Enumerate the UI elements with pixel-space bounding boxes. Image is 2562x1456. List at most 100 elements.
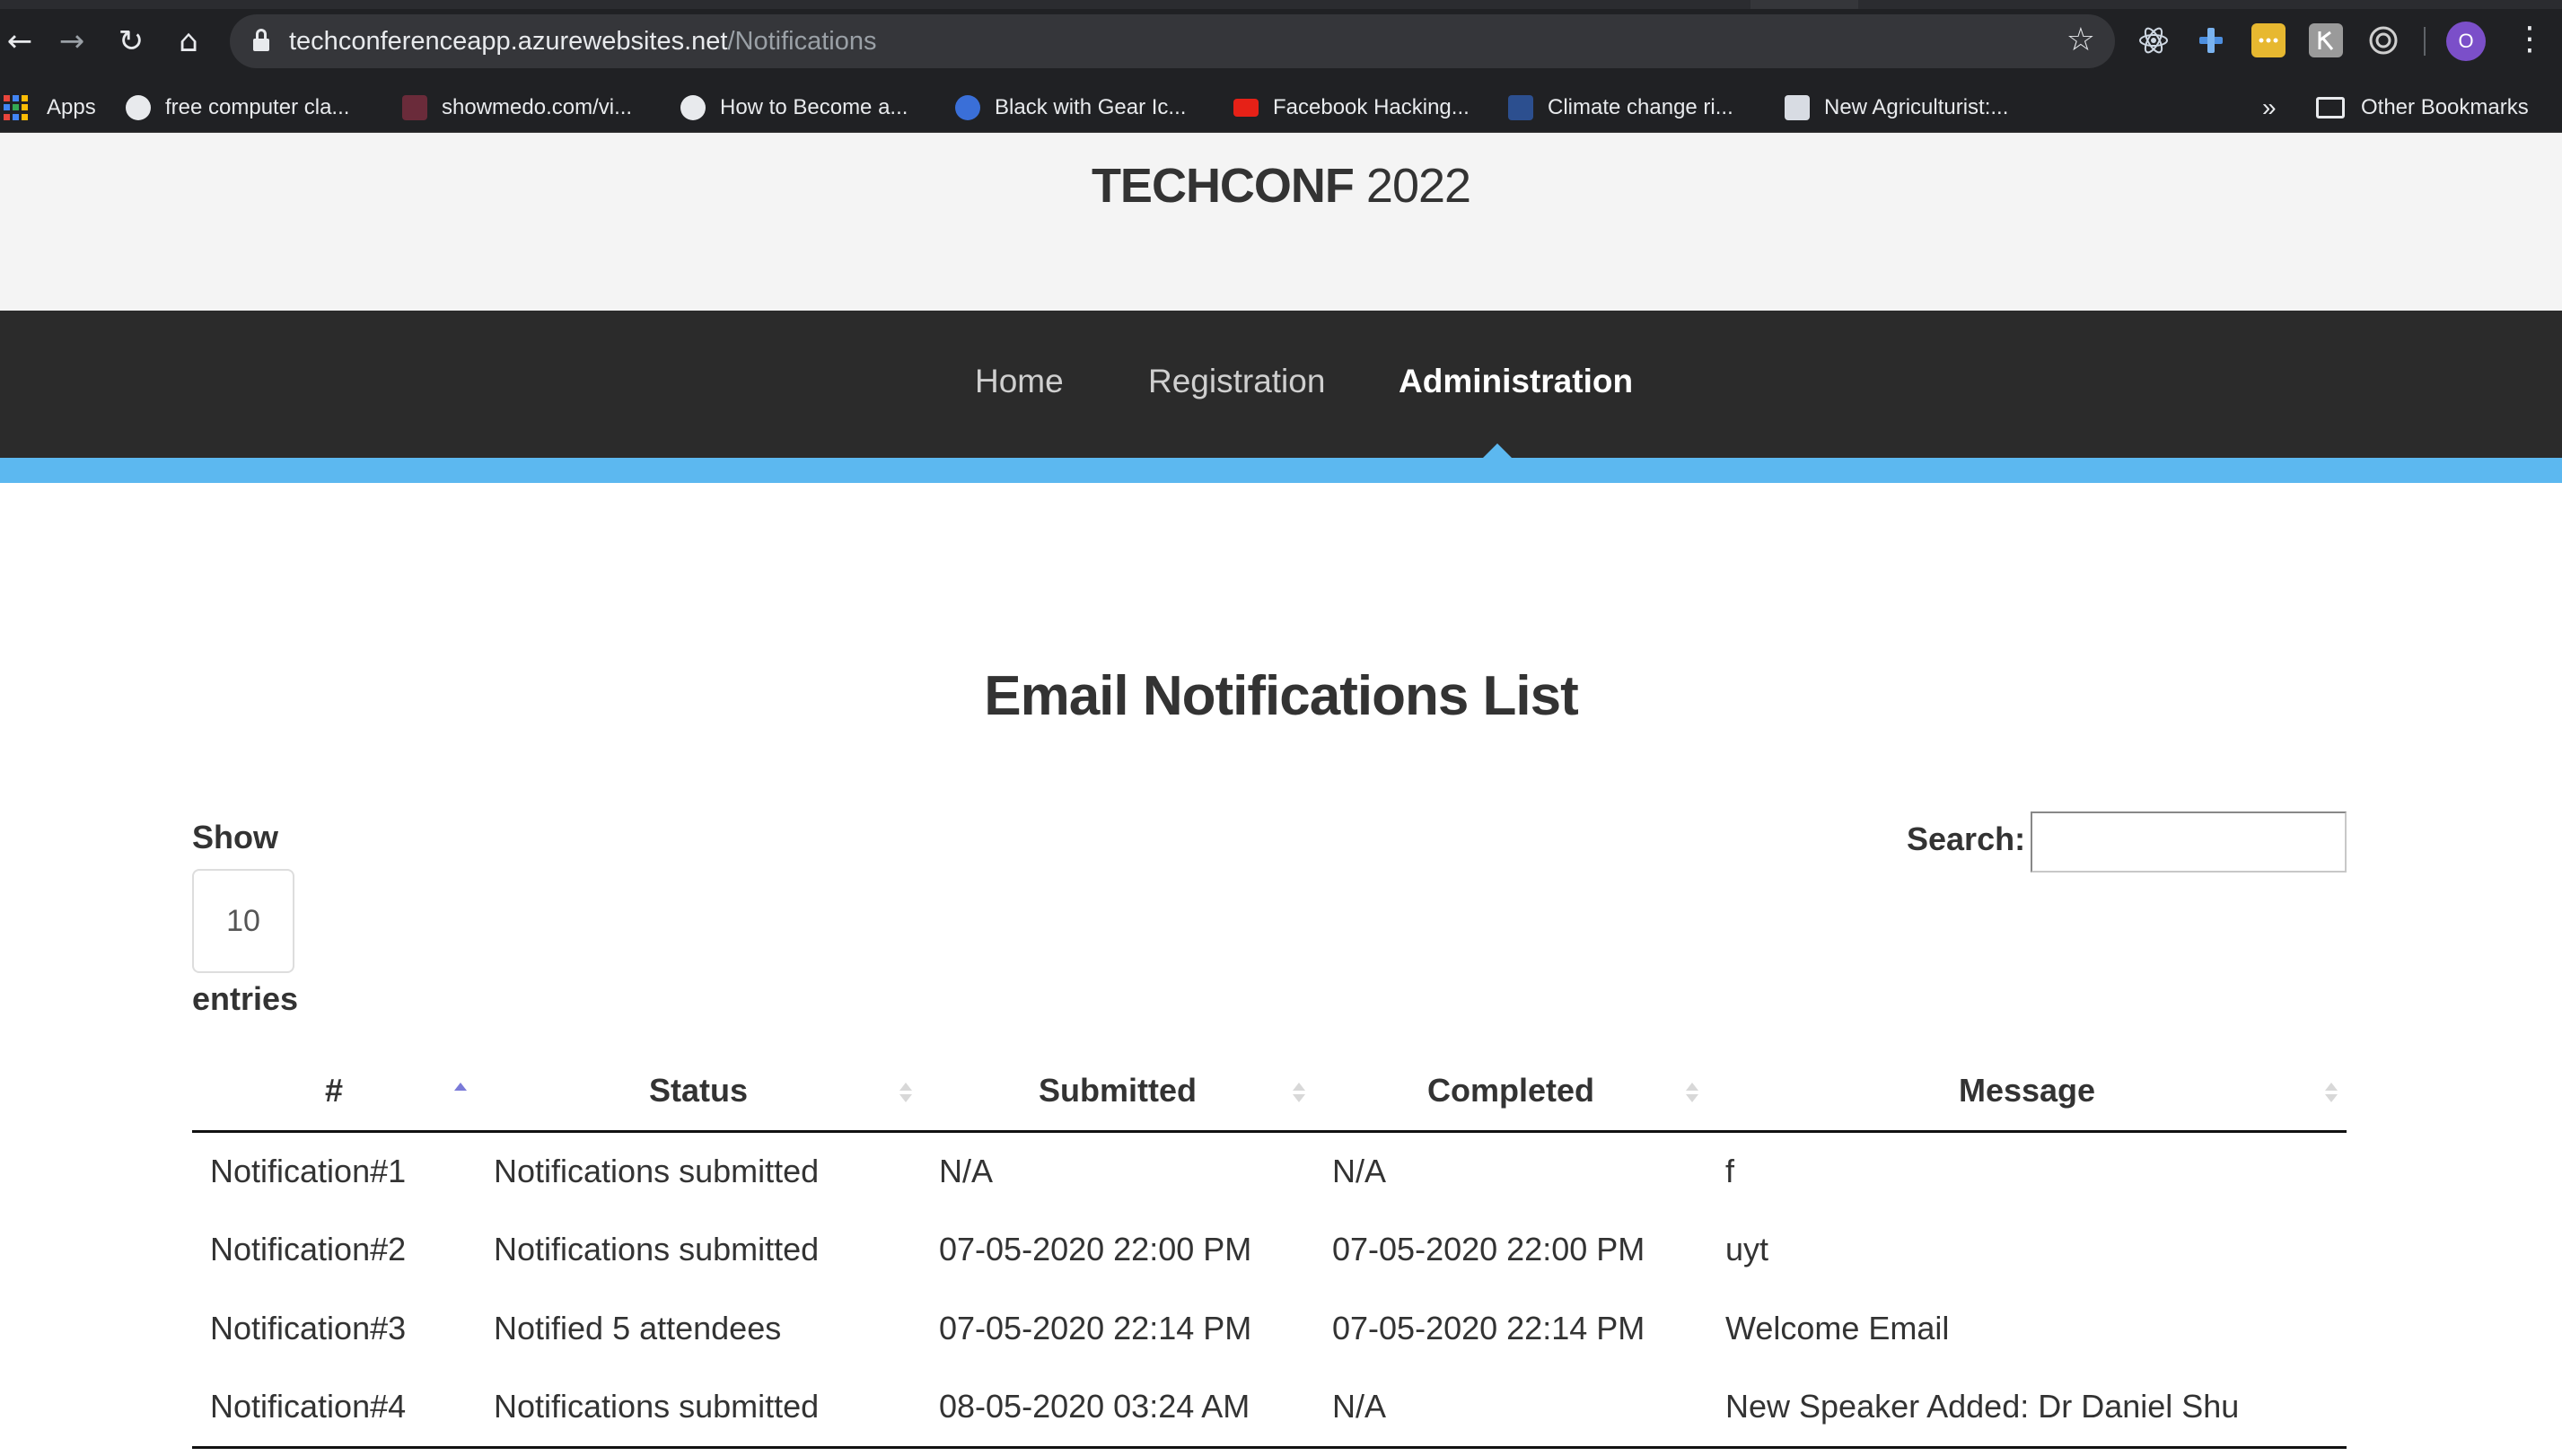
back-arrow-icon[interactable]: ← bbox=[0, 22, 39, 61]
bookmark-black-gear[interactable]: Black with Gear Ic... bbox=[955, 92, 1186, 124]
column-label: Message bbox=[1958, 1072, 2096, 1110]
cell-number: Notification#1 bbox=[210, 1152, 407, 1189]
cell-completed: N/A bbox=[1332, 1152, 1387, 1189]
cell-submitted: 07-05-2020 22:00 PM bbox=[939, 1231, 1252, 1267]
extension-grey-icon[interactable] bbox=[2309, 23, 2343, 57]
url-host: techconferenceapp.azurewebsites.net bbox=[289, 27, 728, 56]
nav-administration[interactable]: Administration bbox=[1399, 363, 1633, 400]
url-text[interactable]: techconferenceapp.azurewebsites.net/Noti… bbox=[289, 27, 877, 57]
table-header-row: # Status Submitted Completed Message bbox=[192, 1052, 2347, 1133]
column-label: # bbox=[324, 1072, 344, 1110]
page-title: Email Notifications List bbox=[984, 665, 1579, 727]
pnas-icon bbox=[1508, 95, 1533, 120]
active-nav-caret bbox=[1483, 443, 1512, 458]
cell-number: Notification#3 bbox=[210, 1310, 407, 1346]
extension-target-icon[interactable] bbox=[2366, 23, 2400, 57]
column-header-message[interactable]: Message bbox=[1707, 1052, 2347, 1133]
home-icon[interactable]: ⌂ bbox=[169, 22, 208, 61]
address-bar[interactable]: techconferenceapp.azurewebsites.net/Noti… bbox=[230, 14, 2115, 68]
extension-dots-icon[interactable] bbox=[2251, 23, 2286, 57]
cell-submitted: N/A bbox=[939, 1152, 994, 1189]
bookmark-label: Climate change ri... bbox=[1548, 95, 1733, 119]
reload-icon[interactable]: ↻ bbox=[111, 22, 151, 61]
nav-registration[interactable]: Registration bbox=[1148, 363, 1325, 400]
showmedo-icon bbox=[402, 95, 427, 120]
forward-arrow-icon[interactable]: → bbox=[52, 22, 92, 61]
show-label: Show bbox=[192, 819, 278, 855]
column-header-submitted[interactable]: Submitted bbox=[921, 1052, 1314, 1133]
column-label: Submitted bbox=[1039, 1072, 1197, 1110]
bookmarks-bar: Apps free computer cla... showmedo.com/v… bbox=[0, 83, 2562, 133]
main-navbar: Home Registration Administration bbox=[0, 311, 2562, 458]
url-path: /Notifications bbox=[727, 27, 877, 56]
cell-submitted: 07-05-2020 22:14 PM bbox=[939, 1310, 1252, 1346]
bookmark-star-icon[interactable]: ☆ bbox=[2066, 22, 2095, 58]
lock-icon[interactable] bbox=[253, 29, 269, 52]
menu-kebab-icon[interactable]: ⋮ bbox=[2514, 20, 2546, 59]
bookmark-free-computer[interactable]: free computer cla... bbox=[126, 92, 349, 124]
toolbar-separator bbox=[2424, 27, 2426, 56]
cell-status: Notifications submitted bbox=[494, 1231, 820, 1267]
na-icon bbox=[1785, 95, 1810, 120]
tab-edge[interactable] bbox=[1750, 0, 1858, 9]
nav-home[interactable]: Home bbox=[975, 363, 1064, 400]
table-row[interactable]: Notification#2 Notifications submitted 0… bbox=[192, 1210, 2347, 1289]
cell-status: Notifications submitted bbox=[476, 1368, 921, 1449]
sort-icon bbox=[1686, 1083, 1698, 1104]
browser-toolbar: ← → ↻ ⌂ techconferenceapp.azurewebsites.… bbox=[0, 0, 2562, 83]
bookmark-label: Black with Gear Ic... bbox=[995, 95, 1187, 119]
cell-completed: N/A bbox=[1314, 1368, 1707, 1449]
column-label: Completed bbox=[1426, 1072, 1594, 1110]
cell-status: Notified 5 attendees bbox=[494, 1310, 782, 1346]
bookmark-facebook-hacking[interactable]: Facebook Hacking... bbox=[1233, 92, 1470, 124]
other-bookmarks-label: Other Bookmarks bbox=[2361, 95, 2529, 119]
brand-year: 2022 bbox=[1353, 159, 1471, 213]
cell-completed: 07-05-2020 22:14 PM bbox=[1332, 1310, 1645, 1346]
bookmark-label: New Agriculturist:... bbox=[1824, 95, 2009, 119]
search-input[interactable] bbox=[2031, 811, 2347, 873]
bookmark-label: free computer cla... bbox=[165, 95, 350, 119]
cell-completed: 07-05-2020 22:00 PM bbox=[1332, 1231, 1645, 1267]
bookmark-label: Facebook Hacking... bbox=[1273, 95, 1470, 119]
cell-message: f bbox=[1725, 1152, 1735, 1189]
sort-icon bbox=[2325, 1083, 2338, 1104]
sort-ascending-icon bbox=[454, 1083, 467, 1104]
site-header: TECHCONF 2022 bbox=[0, 133, 2562, 311]
bookmark-apps[interactable]: Apps bbox=[4, 92, 96, 124]
profile-avatar[interactable]: O bbox=[2446, 22, 2486, 61]
site-brand[interactable]: TECHCONF 2022 bbox=[0, 158, 2562, 214]
cell-message: uyt bbox=[1725, 1231, 1769, 1267]
sort-icon bbox=[1293, 1083, 1305, 1104]
other-bookmarks-folder[interactable]: Other Bookmarks bbox=[2316, 92, 2529, 124]
bookmark-climate-change[interactable]: Climate change ri... bbox=[1508, 92, 1733, 124]
column-header-status[interactable]: Status bbox=[476, 1052, 921, 1133]
cell-submitted: 08-05-2020 03:24 AM bbox=[921, 1368, 1314, 1449]
sort-icon bbox=[899, 1083, 912, 1104]
cell-number: Notification#2 bbox=[210, 1231, 407, 1267]
accent-bar bbox=[0, 458, 2562, 483]
bookmark-new-agriculturist[interactable]: New Agriculturist:... bbox=[1785, 92, 2008, 124]
table-row[interactable]: Notification#1 Notifications submitted N… bbox=[192, 1131, 2347, 1210]
folder-icon bbox=[2316, 97, 2345, 118]
entries-select[interactable]: 10 bbox=[192, 869, 294, 973]
youtube-icon bbox=[1233, 99, 1259, 117]
extension-plane-icon[interactable] bbox=[2194, 23, 2228, 57]
c-logo-icon bbox=[955, 95, 980, 120]
table-row[interactable]: Notification#4 Notifications submitted 0… bbox=[192, 1368, 2347, 1449]
react-devtools-icon[interactable] bbox=[2136, 23, 2171, 57]
cell-status: Notifications submitted bbox=[494, 1152, 820, 1189]
bookmarks-overflow-button[interactable]: » bbox=[2262, 92, 2277, 124]
globe-icon bbox=[126, 95, 151, 120]
entries-label: entries bbox=[192, 980, 299, 1017]
bookmark-label: showmedo.com/vi... bbox=[442, 95, 633, 119]
bookmark-showmedo[interactable]: showmedo.com/vi... bbox=[402, 92, 632, 124]
column-header-completed[interactable]: Completed bbox=[1314, 1052, 1707, 1133]
column-header-number[interactable]: # bbox=[192, 1052, 476, 1133]
cell-message: New Speaker Added: Dr Daniel Shu bbox=[1707, 1368, 2347, 1449]
brand-name: TECHCONF bbox=[1091, 159, 1355, 213]
tab-strip bbox=[0, 0, 2562, 9]
bookmark-label: How to Become a... bbox=[720, 95, 908, 119]
bookmark-how-to-become[interactable]: How to Become a... bbox=[680, 92, 908, 124]
table-row[interactable]: Notification#3 Notified 5 attendees 07-0… bbox=[192, 1289, 2347, 1368]
cell-number: Notification#4 bbox=[192, 1368, 476, 1449]
